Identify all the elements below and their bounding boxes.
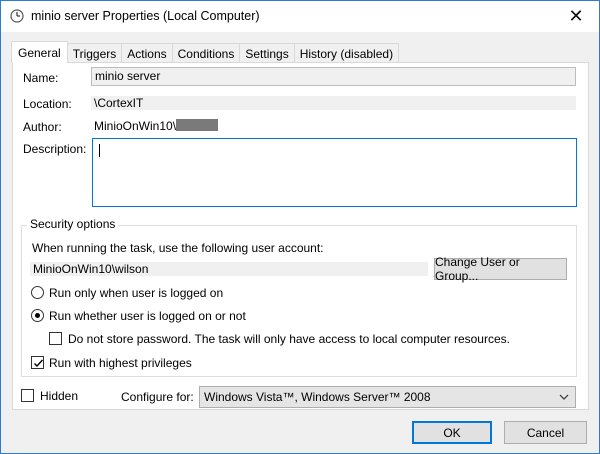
author-label: Author: [23,120,62,134]
account-prompt: When running the task, use the following… [32,241,324,255]
description-label: Description: [23,142,87,156]
highest-privileges-label[interactable]: Run with highest privileges [49,356,192,370]
window-title: minio server Properties (Local Computer) [31,9,260,23]
tab-actions[interactable]: Actions [121,43,173,63]
hidden-label[interactable]: Hidden [40,389,78,403]
properties-dialog: minio server Properties (Local Computer)… [0,0,600,454]
run-whether-label[interactable]: Run whether user is logged on or not [49,309,246,323]
location-value: \CortexIT [91,96,576,110]
configure-for-dropdown[interactable]: Windows Vista™, Windows Server™ 2008 [199,386,576,408]
clock-task-icon [10,9,24,23]
tab-conditions[interactable]: Conditions [171,43,241,63]
name-label: Name: [23,71,59,85]
highest-privileges-checkbox[interactable] [31,356,44,369]
text-caret [99,144,100,157]
tab-settings[interactable]: Settings [239,43,295,63]
close-icon: ✕ [568,6,584,26]
name-field[interactable]: minio server [91,67,576,86]
run-logged-on-label[interactable]: Run only when user is logged on [49,286,223,300]
radio-selected-dot [35,313,40,318]
close-button[interactable]: ✕ [553,1,599,32]
user-account-value: MinioOnWin10\wilson [30,262,428,276]
title-bar[interactable]: minio server Properties (Local Computer)… [1,1,599,32]
run-whether-radio[interactable] [31,309,44,322]
tab-general[interactable]: General [11,41,68,63]
tab-triggers[interactable]: Triggers [66,43,123,63]
configure-for-label: Configure for: [121,390,194,404]
run-logged-on-radio[interactable] [31,286,44,299]
chevron-down-icon [559,387,569,415]
change-user-button[interactable]: Change User or Group... [434,255,567,283]
redacted-block [176,119,219,131]
do-not-store-checkbox[interactable] [49,332,62,345]
author-value: MinioOnWin10\ [94,119,177,133]
security-options-title: Security options [27,217,119,231]
cancel-button[interactable]: Cancel [504,421,587,444]
tab-history[interactable]: History (disabled) [293,43,400,63]
do-not-store-label[interactable]: Do not store password. The task will onl… [68,332,510,346]
ok-button[interactable]: OK [412,421,492,444]
configure-for-value: Windows Vista™, Windows Server™ 2008 [204,390,431,404]
checkmark-icon [34,359,44,368]
hidden-checkbox[interactable] [21,389,34,402]
author-value-wrap: MinioOnWin10\ [94,119,219,133]
description-field[interactable] [92,138,577,207]
location-label: Location: [23,97,72,111]
tab-strip: General Triggers Actions Conditions Sett… [11,41,400,63]
